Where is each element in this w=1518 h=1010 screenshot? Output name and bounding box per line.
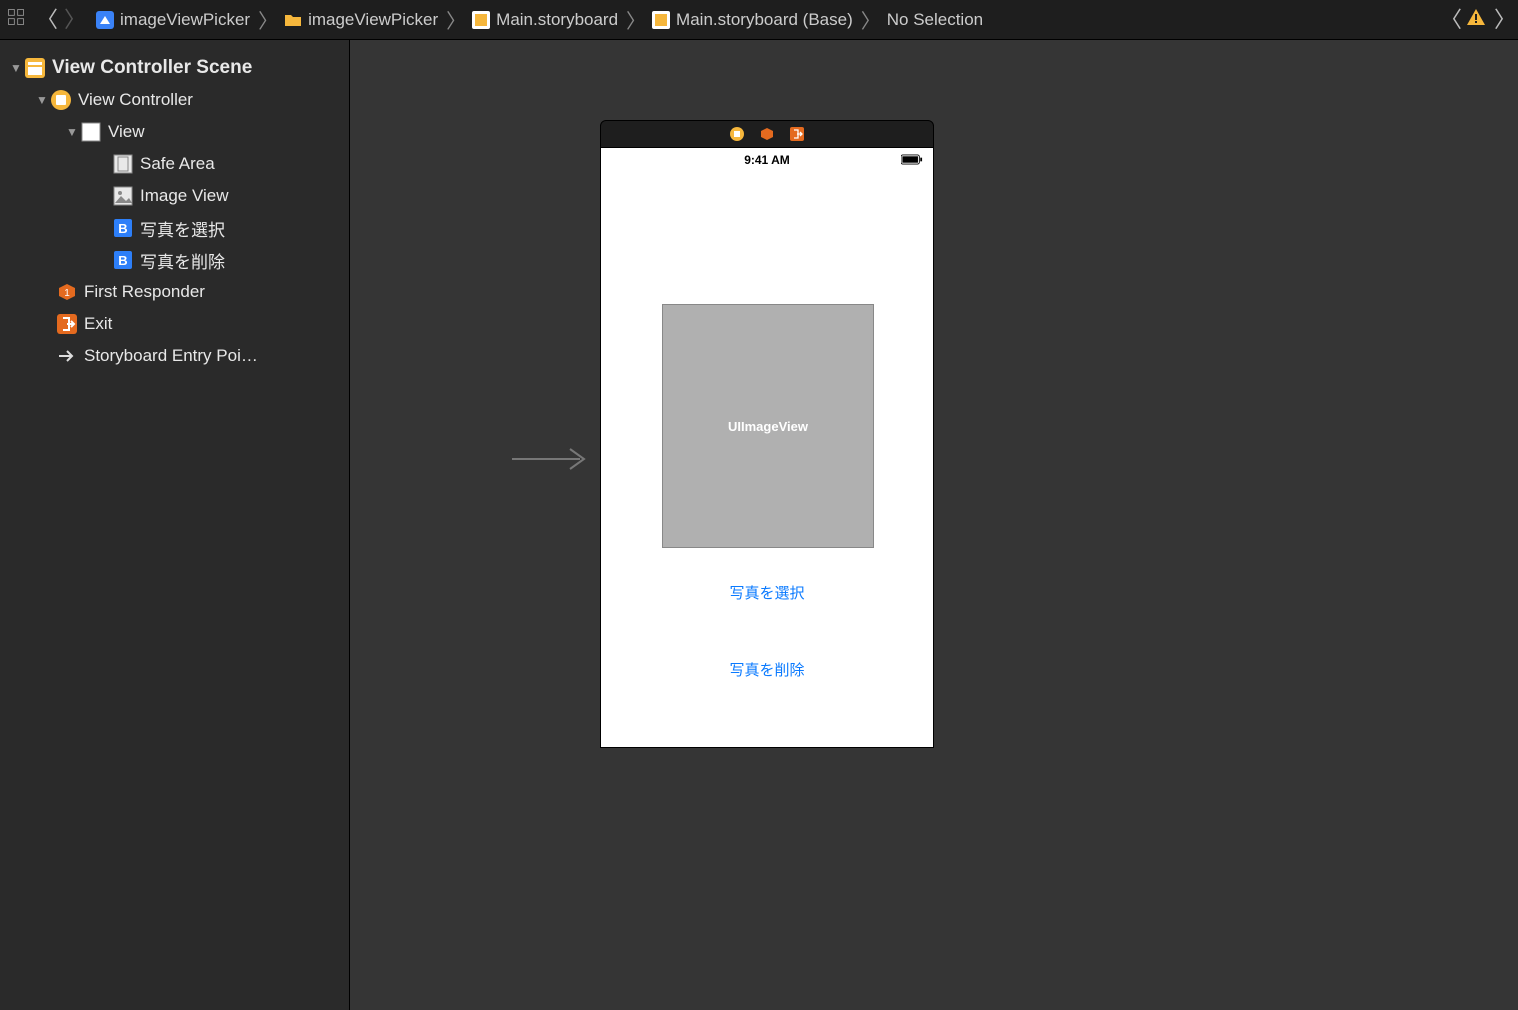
view-controller-icon	[50, 89, 72, 111]
chevron-right-icon: 〉	[258, 5, 278, 34]
outline-label: 写真を削除	[140, 248, 225, 273]
imageview-icon	[112, 185, 134, 207]
outline-label: Image View	[140, 186, 229, 206]
crumb-label: imageViewPicker	[308, 10, 438, 30]
svg-text:1: 1	[64, 288, 70, 299]
outline-safe-area[interactable]: Safe Area	[0, 148, 349, 180]
battery-icon	[901, 154, 923, 168]
device-frame: 9:41 AM UIImageView 写真を選択 写真を削除	[600, 148, 934, 748]
outline-button-delete[interactable]: B 写真を削除	[0, 244, 349, 276]
scene-preview[interactable]: 9:41 AM UIImageView 写真を選択 写真を削除	[600, 120, 934, 748]
entry-point-arrow-icon[interactable]	[510, 445, 590, 478]
button-label: 写真を選択	[729, 585, 804, 602]
arrow-right-icon	[56, 345, 78, 367]
disclosure-triangle-icon[interactable]: ▼	[64, 125, 80, 139]
outline-view[interactable]: ▼ View	[0, 116, 349, 148]
outline-label: View Controller	[78, 90, 193, 110]
outline-image-view[interactable]: Image View	[0, 180, 349, 212]
warning-icon[interactable]	[1466, 7, 1486, 32]
outline-label: Storyboard Entry Poi…	[84, 346, 258, 366]
outline-label: First Responder	[84, 282, 205, 302]
next-issue-button[interactable]: 〉	[1494, 9, 1512, 31]
crumb-folder[interactable]: imageViewPicker 〉	[284, 5, 466, 34]
outline-label: Exit	[84, 314, 112, 334]
disclosure-triangle-icon[interactable]: ▼	[8, 61, 24, 75]
view-icon	[80, 121, 102, 143]
chevron-right-icon: 〉	[626, 5, 646, 34]
status-time: 9:41 AM	[744, 153, 790, 167]
storyboard-icon	[472, 11, 490, 29]
outline-entry-point[interactable]: Storyboard Entry Poi…	[0, 340, 349, 372]
placeholder-label: UIImageView	[728, 419, 808, 434]
scene-icon	[24, 57, 46, 79]
chevron-right-icon: 〉	[861, 5, 881, 34]
prev-issue-button[interactable]: 〈	[1440, 9, 1458, 31]
crumb-storyboard-base[interactable]: Main.storyboard (Base) 〉	[652, 5, 881, 34]
path-bar: 〈 〉 imageViewPicker 〉 imageViewPicker 〉 …	[0, 0, 1518, 40]
document-outline[interactable]: ▼ View Controller Scene ▼ View Controlle…	[0, 40, 350, 1010]
crumb-label: No Selection	[887, 10, 983, 30]
outline-label: View	[108, 122, 145, 142]
related-items-icon[interactable]	[6, 7, 26, 32]
crumb-label: imageViewPicker	[120, 10, 250, 30]
back-button[interactable]: 〈	[36, 9, 54, 31]
select-photo-button[interactable]: 写真を選択	[601, 582, 933, 603]
crumb-project[interactable]: imageViewPicker 〉	[96, 5, 278, 34]
status-bar: 9:41 AM	[601, 148, 933, 172]
uiimageview-placeholder[interactable]: UIImageView	[662, 304, 874, 548]
folder-icon	[284, 11, 302, 29]
delete-photo-button[interactable]: 写真を削除	[601, 659, 933, 680]
crumb-label: Main.storyboard (Base)	[676, 10, 853, 30]
svg-text:B: B	[118, 221, 127, 236]
button-icon: B	[112, 217, 134, 239]
outline-scene[interactable]: ▼ View Controller Scene	[0, 52, 349, 84]
forward-button: 〉	[64, 9, 82, 31]
scene-dock[interactable]	[600, 120, 934, 148]
disclosure-triangle-icon[interactable]: ▼	[34, 93, 50, 107]
svg-text:B: B	[118, 253, 127, 268]
outline-exit[interactable]: Exit	[0, 308, 349, 340]
outline-view-controller[interactable]: ▼ View Controller	[0, 84, 349, 116]
breadcrumb: imageViewPicker 〉 imageViewPicker 〉 Main…	[96, 5, 1430, 34]
outline-label: View Controller Scene	[52, 57, 252, 79]
project-icon	[96, 11, 114, 29]
crumb-storyboard[interactable]: Main.storyboard 〉	[472, 5, 646, 34]
outline-label: 写真を選択	[140, 216, 225, 241]
crumb-no-selection[interactable]: No Selection	[887, 10, 983, 30]
first-responder-icon: 1	[56, 281, 78, 303]
exit-icon	[56, 313, 78, 335]
button-icon: B	[112, 249, 134, 271]
storyboard-icon	[652, 11, 670, 29]
chevron-right-icon: 〉	[446, 5, 466, 34]
storyboard-canvas[interactable]: 9:41 AM UIImageView 写真を選択 写真を削除	[350, 40, 1518, 1010]
safe-area-icon	[112, 153, 134, 175]
crumb-label: Main.storyboard	[496, 10, 618, 30]
outline-button-select[interactable]: B 写真を選択	[0, 212, 349, 244]
button-label: 写真を削除	[729, 662, 804, 679]
exit-icon[interactable]	[790, 127, 804, 141]
outline-first-responder[interactable]: 1 First Responder	[0, 276, 349, 308]
outline-label: Safe Area	[140, 154, 215, 174]
first-responder-icon[interactable]	[760, 127, 774, 141]
view-controller-icon[interactable]	[730, 127, 744, 141]
